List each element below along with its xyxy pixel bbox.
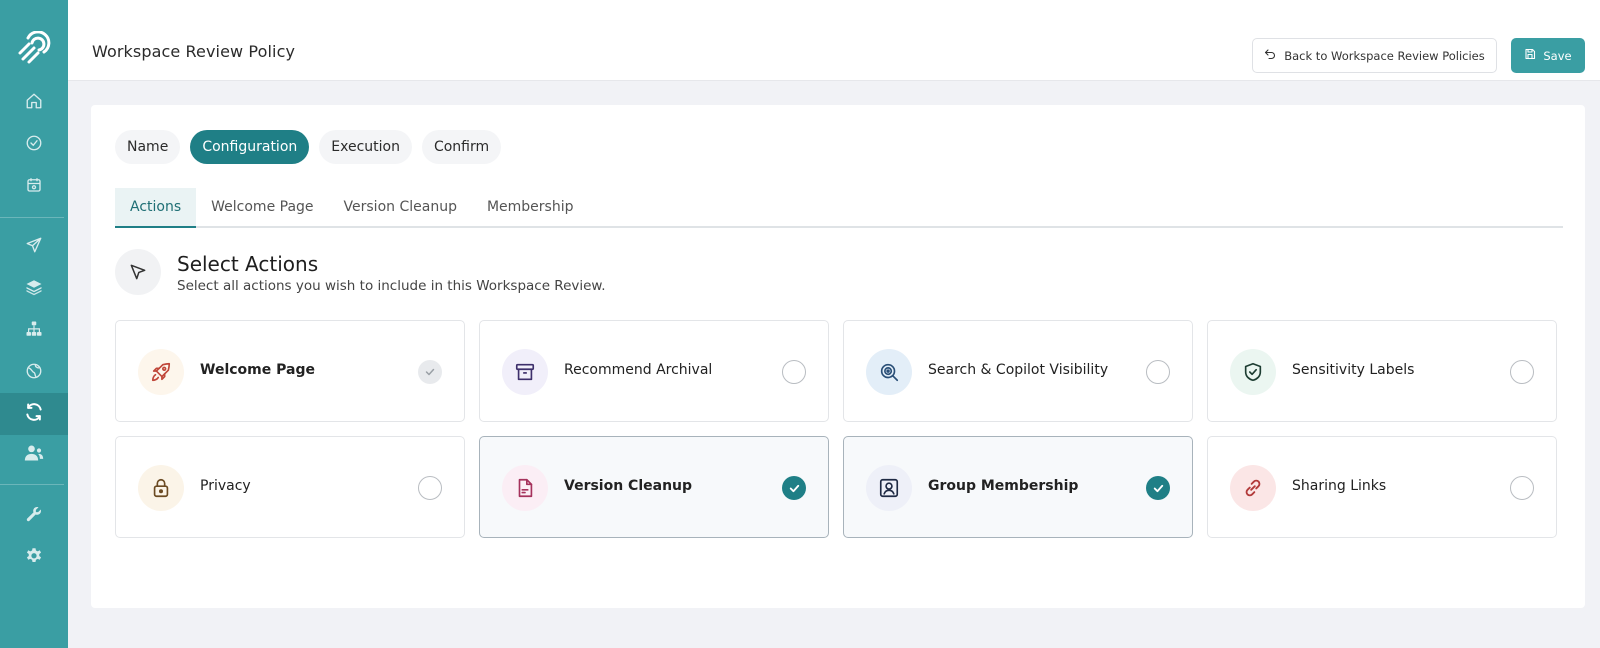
page-header: Workspace Review Policy Back to Workspac… bbox=[68, 0, 1600, 81]
action-label: Version Cleanup bbox=[564, 478, 693, 494]
action-checkbox-disabled bbox=[418, 360, 442, 384]
action-checkbox[interactable] bbox=[782, 360, 806, 384]
action-label: Search & Copilot Visibility bbox=[928, 362, 1109, 378]
file-icon bbox=[502, 465, 548, 511]
rocket-icon bbox=[138, 349, 184, 395]
tab-version-cleanup[interactable]: Version Cleanup bbox=[329, 188, 472, 226]
action-checkbox-checked[interactable] bbox=[782, 476, 806, 500]
save-button[interactable]: Save bbox=[1511, 38, 1585, 73]
users-icon bbox=[24, 443, 44, 467]
page-title: Workspace Review Policy bbox=[92, 42, 296, 61]
check-circle-icon bbox=[25, 134, 43, 156]
sidebar-item-tools[interactable] bbox=[0, 495, 68, 537]
calendar-icon bbox=[25, 176, 43, 198]
step-confirm[interactable]: Confirm bbox=[421, 130, 502, 164]
wizard-steps: Name Configuration Execution Confirm bbox=[115, 130, 502, 164]
user-badge-icon bbox=[866, 465, 912, 511]
tab-welcome-page[interactable]: Welcome Page bbox=[196, 188, 328, 226]
globe-icon bbox=[25, 362, 43, 384]
action-tile-recommend-archival[interactable]: Recommend Archival bbox=[479, 320, 829, 422]
back-button-label: Back to Workspace Review Policies bbox=[1284, 48, 1485, 63]
sidebar-item-calendar[interactable] bbox=[0, 166, 68, 208]
send-icon bbox=[25, 236, 43, 258]
layers-icon bbox=[25, 278, 43, 300]
gear-icon bbox=[25, 546, 43, 568]
action-label: Sensitivity Labels bbox=[1292, 362, 1415, 378]
action-tile-search-copilot-visibility[interactable]: Search & Copilot Visibility bbox=[843, 320, 1193, 422]
action-label: Sharing Links bbox=[1292, 478, 1387, 494]
configuration-tabs: Actions Welcome Page Version Cleanup Mem… bbox=[115, 188, 1563, 228]
step-configuration[interactable]: Configuration bbox=[190, 130, 310, 164]
action-label: Group Membership bbox=[928, 478, 1079, 494]
section-title: Select Actions bbox=[177, 252, 319, 276]
sidebar-item-home[interactable] bbox=[0, 82, 68, 124]
action-label: Welcome Page bbox=[200, 362, 315, 378]
action-tile-welcome-page[interactable]: Welcome Page bbox=[115, 320, 465, 422]
archive-icon bbox=[502, 349, 548, 395]
action-tile-privacy[interactable]: Privacy bbox=[115, 436, 465, 538]
action-tile-sharing-links[interactable]: Sharing Links bbox=[1207, 436, 1557, 538]
action-checkbox[interactable] bbox=[1146, 360, 1170, 384]
sidebar-item-settings[interactable] bbox=[0, 536, 68, 578]
sidebar-divider bbox=[0, 484, 64, 485]
refresh-icon bbox=[24, 402, 44, 426]
action-tile-sensitivity-labels[interactable]: Sensitivity Labels bbox=[1207, 320, 1557, 422]
home-icon bbox=[25, 92, 43, 114]
undo-arrow-icon bbox=[1264, 48, 1276, 63]
actions-grid: Welcome Page Recommend Archival Search &… bbox=[115, 320, 1557, 538]
lock-icon bbox=[138, 465, 184, 511]
back-to-policies-button[interactable]: Back to Workspace Review Policies bbox=[1252, 38, 1497, 73]
search-visibility-icon bbox=[866, 349, 912, 395]
brand-logo-icon[interactable] bbox=[16, 30, 52, 66]
section-subtitle: Select all actions you wish to include i… bbox=[177, 278, 606, 294]
link-icon bbox=[1230, 465, 1276, 511]
tab-actions[interactable]: Actions bbox=[115, 188, 197, 228]
sidebar-item-layers[interactable] bbox=[0, 268, 68, 310]
hierarchy-icon bbox=[25, 320, 43, 342]
floppy-disk-icon bbox=[1524, 48, 1536, 63]
sidebar-item-users[interactable] bbox=[0, 434, 68, 476]
action-checkbox[interactable] bbox=[1510, 360, 1534, 384]
sidebar-item-tasks[interactable] bbox=[0, 124, 68, 166]
sidebar-item-hierarchy[interactable] bbox=[0, 310, 68, 352]
action-checkbox[interactable] bbox=[418, 476, 442, 500]
action-label: Privacy bbox=[200, 478, 251, 494]
step-name[interactable]: Name bbox=[115, 130, 181, 164]
action-checkbox[interactable] bbox=[1510, 476, 1534, 500]
sidebar bbox=[0, 0, 68, 648]
action-tile-version-cleanup[interactable]: Version Cleanup bbox=[479, 436, 829, 538]
sidebar-item-globe[interactable] bbox=[0, 352, 68, 394]
wrench-icon bbox=[25, 505, 43, 527]
sidebar-divider bbox=[0, 217, 64, 218]
sidebar-item-send[interactable] bbox=[0, 226, 68, 268]
cursor-pointer-icon bbox=[115, 249, 161, 295]
action-checkbox-checked[interactable] bbox=[1146, 476, 1170, 500]
policy-editor-card: Name Configuration Execution Confirm Act… bbox=[91, 105, 1585, 608]
shield-check-icon bbox=[1230, 349, 1276, 395]
tab-membership[interactable]: Membership bbox=[472, 188, 589, 226]
sidebar-item-reviews[interactable] bbox=[0, 393, 68, 435]
save-button-label: Save bbox=[1543, 48, 1572, 63]
step-execution[interactable]: Execution bbox=[319, 130, 412, 164]
action-label: Recommend Archival bbox=[564, 362, 713, 378]
action-tile-group-membership[interactable]: Group Membership bbox=[843, 436, 1193, 538]
